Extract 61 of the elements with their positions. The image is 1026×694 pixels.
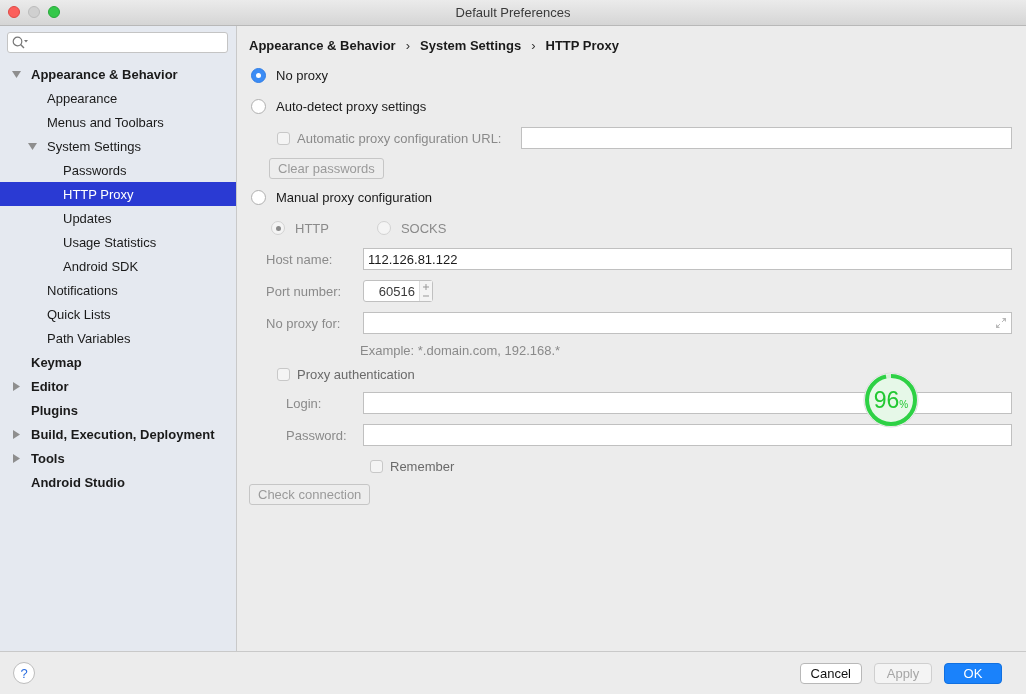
minimize-button[interactable] [28, 6, 40, 18]
tree-item[interactable]: Plugins [0, 398, 236, 422]
url-field[interactable] [521, 127, 1012, 149]
widget-unit: % [899, 398, 909, 410]
radio-label: SOCKS [400, 220, 447, 236]
tree-item[interactable]: Tools [0, 446, 236, 470]
login-field[interactable] [363, 392, 1012, 414]
collapsed-arrow-icon[interactable] [12, 453, 21, 463]
tree-item[interactable]: Editor [0, 374, 236, 398]
close-button[interactable] [8, 6, 20, 18]
expanded-arrow-icon[interactable] [12, 69, 21, 79]
tree-item[interactable]: Path Variables [0, 326, 236, 350]
search-field[interactable] [7, 32, 228, 53]
breadcrumb-item[interactable]: Appearance & Behavior [249, 37, 396, 53]
dialog-button[interactable]: Cancel [799, 662, 862, 684]
tree-item[interactable]: Android SDK [0, 254, 236, 278]
tree-item[interactable]: Usage Statistics [0, 230, 236, 254]
zoom-button[interactable] [48, 6, 60, 18]
breadcrumb-item[interactable]: HTTP Proxy [545, 37, 619, 53]
field-label: No proxy for: [265, 315, 342, 331]
field-value: 112.126.81.122 [368, 251, 458, 267]
tree-item[interactable]: Android Studio [0, 470, 236, 494]
expand-icon [995, 317, 1007, 329]
radio-button[interactable] [251, 68, 266, 83]
breadcrumb-item[interactable]: System Settings [420, 37, 522, 53]
password-field[interactable] [363, 424, 1012, 446]
collapsed-arrow-icon[interactable] [12, 429, 21, 439]
expanded-arrow-icon[interactable] [28, 141, 37, 151]
tree-item[interactable]: Keymap [0, 350, 236, 374]
field-label: Port number: [265, 283, 343, 299]
search-icon [12, 36, 28, 49]
field-label: Host name: [265, 251, 334, 267]
plus-minus-icon [419, 281, 432, 301]
breadcrumb-separator: › [405, 37, 410, 53]
tree-item[interactable]: Quick Lists [0, 302, 236, 326]
breadcrumb-separator: › [531, 37, 536, 53]
tree-item[interactable]: Appearance [0, 86, 236, 110]
tree-item[interactable]: HTTP Proxy [0, 182, 236, 206]
hint-text: Example: *.domain.com, 192.168.* [359, 341, 562, 360]
help-button[interactable]: ? [13, 662, 35, 684]
tree-item[interactable]: Passwords [0, 158, 236, 182]
checkbox-label: Proxy authentication [297, 366, 415, 382]
tree-item[interactable]: System Settings [0, 134, 236, 158]
field-label: Login: [285, 395, 323, 411]
radio-label: No proxy [276, 68, 329, 83]
no-proxy-for-field[interactable] [363, 312, 1012, 334]
radio-label: HTTP [295, 220, 329, 236]
tree-item[interactable]: Updates [0, 206, 236, 230]
checkbox-label: Automatic proxy configuration URL: [297, 130, 502, 146]
field-label: Password: [285, 427, 348, 443]
collapsed-arrow-icon[interactable] [12, 381, 21, 391]
tree-item[interactable]: Build, Execution, Deployment [0, 422, 236, 446]
tree-item[interactable]: Notifications [0, 278, 236, 302]
widget-value: 96 [873, 386, 900, 414]
window-title: Default Preferences [455, 5, 571, 20]
radio-label: Manual proxy configuration [276, 190, 433, 205]
tree-item[interactable]: Appearance & Behavior [0, 62, 236, 86]
checkbox-label: Remember [390, 458, 455, 474]
radio-label: Auto-detect proxy settings [276, 99, 427, 114]
tree-item[interactable]: Menus and Toolbars [0, 110, 236, 134]
ok-button[interactable]: OK [944, 662, 1002, 684]
